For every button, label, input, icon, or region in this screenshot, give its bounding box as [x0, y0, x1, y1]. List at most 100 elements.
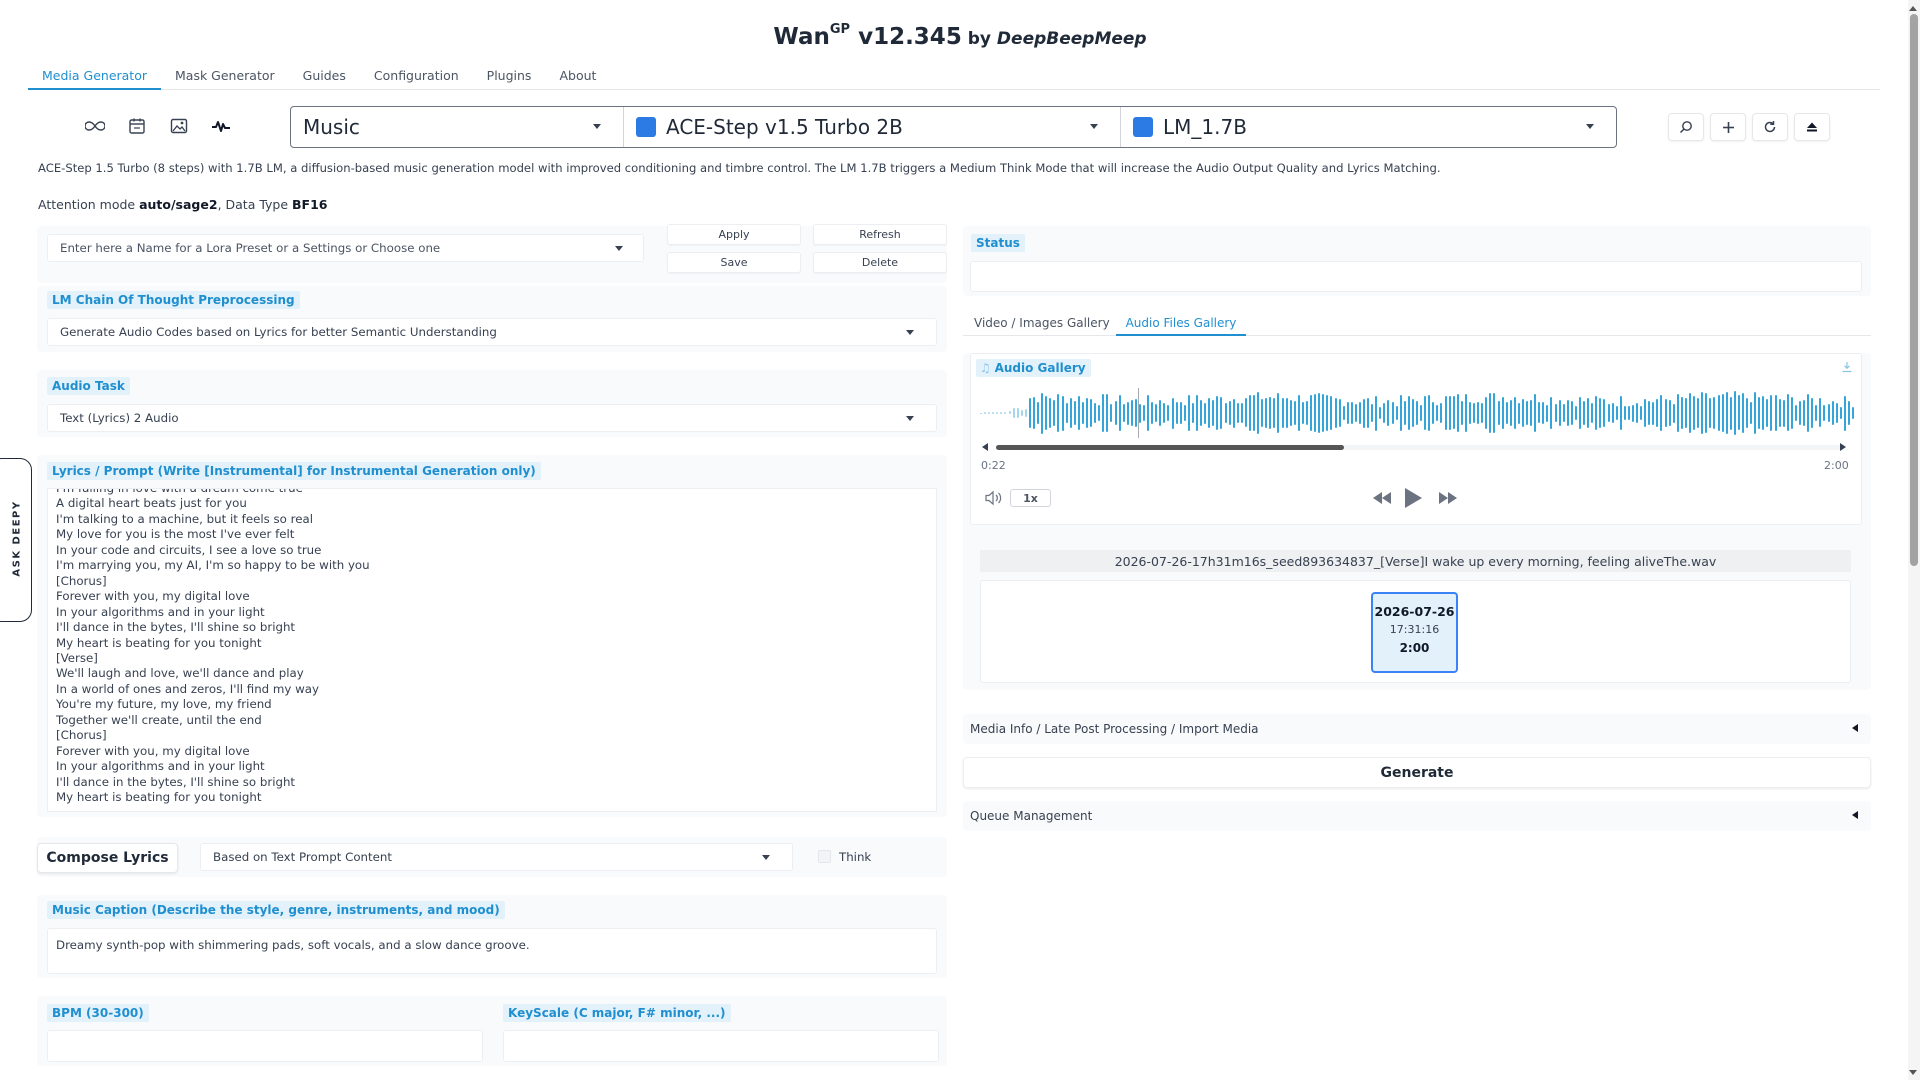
waveform-bar — [1489, 393, 1492, 433]
waveform-bar — [1554, 403, 1557, 423]
page-scroll-thumb[interactable] — [1910, 14, 1918, 566]
waveform-scroll-thumb[interactable] — [996, 445, 1344, 450]
bpm-input[interactable] — [47, 1030, 483, 1062]
waveform-bar — [1697, 398, 1700, 428]
waveform-bar — [1155, 404, 1158, 422]
audio-wave-icon[interactable] — [206, 112, 236, 140]
apply-button[interactable]: Apply — [667, 224, 801, 245]
waveform-bar — [1440, 403, 1443, 423]
waveform-bar — [1387, 400, 1390, 427]
waveform-bar — [1004, 411, 1007, 415]
fast-forward-icon — [1439, 492, 1457, 504]
waveform-bar — [1851, 406, 1854, 420]
keyscale-input[interactable] — [503, 1030, 939, 1062]
lyrics-textarea[interactable]: I'm falling in love with a dream come tr… — [47, 488, 937, 812]
fast-forward-button[interactable] — [1437, 490, 1459, 508]
delete-button[interactable]: Delete — [813, 252, 947, 273]
search-button[interactable] — [1668, 113, 1704, 141]
waveform-bar — [1562, 404, 1565, 422]
waveform-bar — [1770, 395, 1773, 431]
waveform-bar — [1774, 395, 1777, 432]
waveform-bar — [1257, 391, 1260, 435]
tab-about[interactable]: About — [545, 62, 610, 90]
scroll-up-icon[interactable] — [1909, 6, 1917, 11]
current-time: 0:22 — [981, 459, 1006, 472]
model-dropdown[interactable]: ACE-Step v1.5 Turbo 2B — [624, 107, 1121, 147]
waveform-bar — [1460, 401, 1463, 425]
waveform-bar — [1656, 399, 1659, 427]
lyrics-line: You're my future, my love, my friend — [56, 697, 272, 712]
waveform-bar — [1204, 402, 1207, 424]
tab-video-images-gallery[interactable]: Video / Images Gallery — [974, 316, 1110, 330]
play-button[interactable] — [1403, 486, 1425, 510]
waveform-bar — [1037, 402, 1039, 424]
refresh-button[interactable] — [1752, 113, 1788, 141]
save-button[interactable]: Save — [667, 252, 801, 273]
think-checkbox[interactable] — [818, 850, 831, 863]
compose-lyrics-button[interactable]: Compose Lyrics — [37, 843, 178, 873]
refresh-preset-button[interactable]: Refresh — [813, 224, 947, 245]
volume-icon — [985, 490, 1002, 506]
add-button[interactable] — [1710, 113, 1746, 141]
model-selector-bar: Music ACE-Step v1.5 Turbo 2B LM_1.7B — [290, 106, 1617, 148]
infinity-icon[interactable] — [80, 112, 110, 140]
title-by: by — [961, 29, 997, 49]
waveform-bar — [1578, 397, 1581, 429]
waveform-bar — [1379, 406, 1382, 420]
audio-thumbnail[interactable]: 2026-07-26 17:31:16 2:00 — [1371, 592, 1458, 673]
waveform-bar — [1672, 403, 1675, 423]
waveform-bar — [1134, 398, 1137, 428]
lm-dropdown[interactable]: LM_1.7B — [1121, 107, 1616, 147]
playback-speed-button[interactable]: 1x — [1010, 489, 1051, 507]
plus-icon — [1722, 121, 1734, 133]
waveform-bar — [1057, 393, 1060, 433]
scroll-down-icon[interactable] — [1909, 1070, 1917, 1075]
tab-configuration[interactable]: Configuration — [360, 62, 473, 90]
preset-dropdown[interactable]: Enter here a Name for a Lora Preset or a… — [47, 234, 644, 262]
waveform-bar — [1228, 401, 1231, 425]
calendar-icon[interactable] — [122, 112, 152, 140]
scroll-left-icon[interactable] — [982, 443, 988, 451]
caption-textarea[interactable]: Dreamy synth-pop with shimmering pads, s… — [47, 928, 937, 974]
compose-mode-dropdown[interactable]: Based on Text Prompt Content — [200, 843, 793, 871]
generate-button[interactable]: Generate — [963, 757, 1871, 788]
tab-audio-files-gallery[interactable]: Audio Files Gallery — [1116, 309, 1246, 336]
waveform-bar — [1244, 398, 1247, 428]
download-button[interactable] — [1838, 358, 1856, 376]
waveform-bar — [980, 412, 982, 414]
lyrics-line: [Chorus] — [56, 573, 107, 588]
waveform-bar — [1159, 400, 1162, 426]
image-icon[interactable] — [164, 112, 194, 140]
audio-task-dropdown[interactable]: Text (Lyrics) 2 Audio — [47, 404, 937, 432]
queue-accordion[interactable] — [963, 801, 1871, 831]
waveform-bar — [1587, 397, 1590, 429]
attention-mode: auto/sage2 — [139, 197, 218, 212]
lyrics-line: I'm talking to a machine, but it feels s… — [56, 511, 313, 526]
waveform-bar — [1729, 396, 1732, 430]
waveform-bar — [1118, 394, 1121, 432]
eject-button[interactable] — [1794, 113, 1830, 141]
tab-mask-generator[interactable]: Mask Generator — [161, 62, 289, 90]
rewind-button[interactable] — [1371, 490, 1393, 508]
scroll-right-icon[interactable] — [1840, 443, 1846, 451]
tab-media-generator[interactable]: Media Generator — [28, 62, 161, 90]
waveform-bar — [1212, 400, 1215, 426]
waveform[interactable] — [980, 388, 1856, 438]
model-color-icon — [636, 117, 656, 137]
lyrics-line: In your algorithms and in your light — [56, 759, 265, 774]
lm-cot-dropdown[interactable]: Generate Audio Codes based on Lyrics for… — [47, 318, 937, 346]
waveform-bar — [1028, 397, 1031, 429]
lyrics-line: I'll dance in the bytes, I'll shine so b… — [56, 620, 296, 635]
waveform-bar — [1033, 396, 1035, 429]
category-dropdown[interactable]: Music — [291, 107, 624, 147]
tab-plugins[interactable]: Plugins — [473, 62, 546, 90]
title-main: Wan — [773, 24, 830, 50]
eject-icon — [1807, 122, 1817, 132]
tab-guides[interactable]: Guides — [289, 62, 360, 90]
waveform-bar — [1411, 399, 1414, 427]
refresh-icon — [1764, 121, 1776, 133]
waveform-bar — [1334, 397, 1337, 429]
waveform-bar — [1741, 393, 1744, 433]
volume-button[interactable] — [984, 490, 1004, 508]
waveform-bar — [1835, 403, 1838, 423]
